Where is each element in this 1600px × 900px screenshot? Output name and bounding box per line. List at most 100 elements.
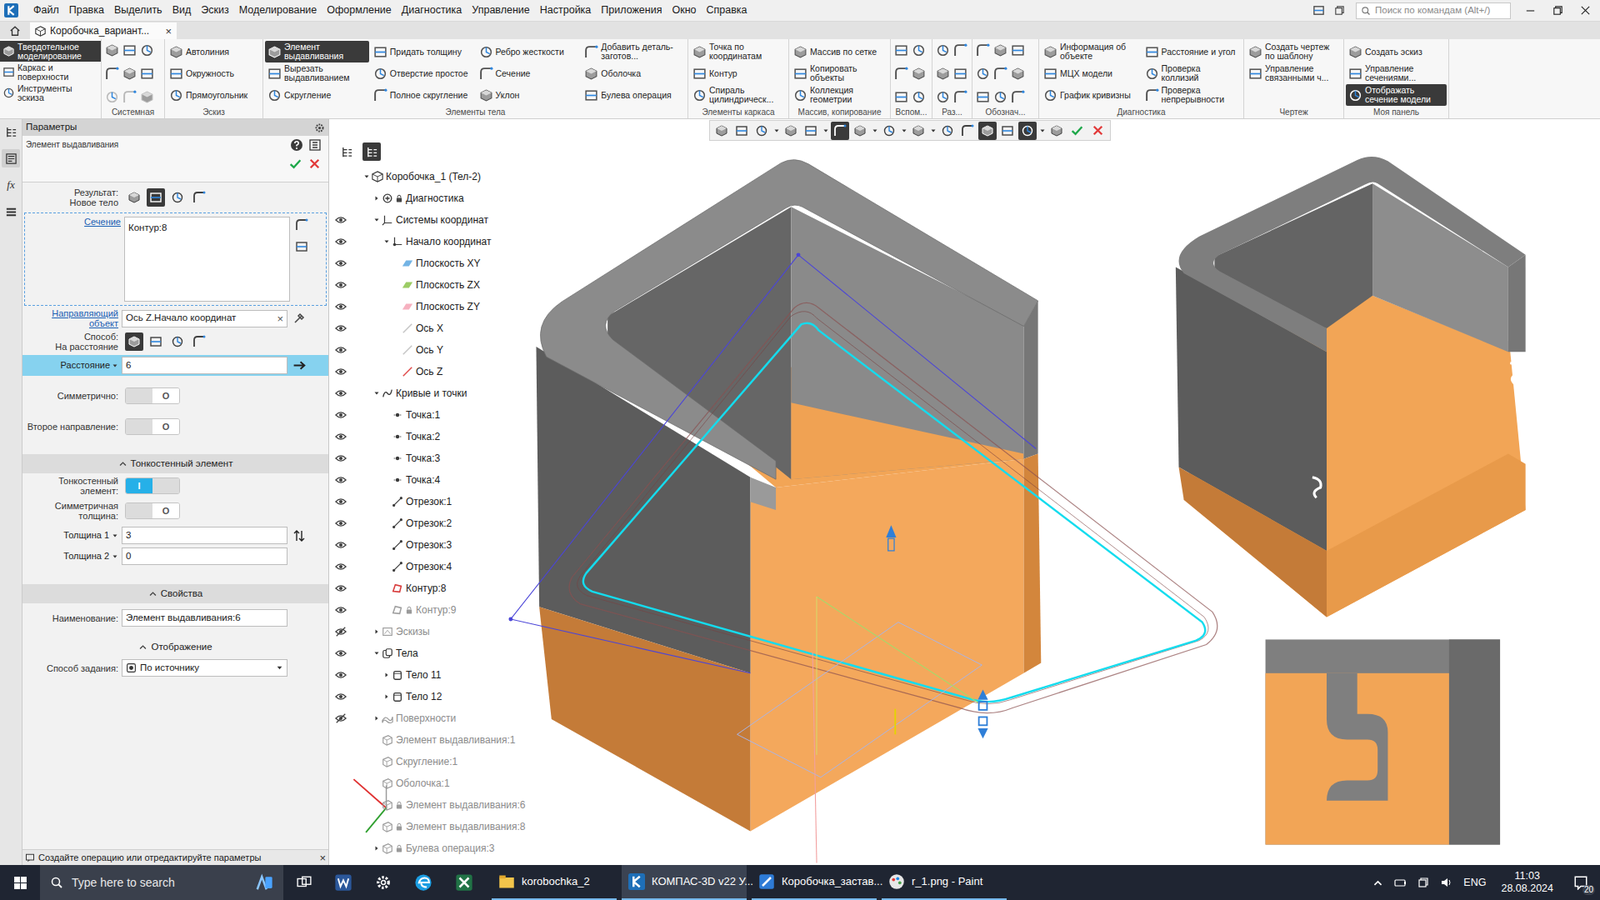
clear-button[interactable]: × (276, 313, 284, 325)
view-toolbar-button[interactable] (958, 121, 977, 140)
menu-item[interactable]: Управление (466, 2, 535, 19)
mode-button[interactable]: Каркас и поверхности (0, 61, 101, 83)
eye-icon[interactable] (335, 365, 347, 378)
clock[interactable]: 11:0328.08.2024 (1500, 870, 1554, 895)
tree-item[interactable]: Плоскость ZX (329, 274, 538, 296)
caret-right-icon[interactable] (383, 671, 390, 679)
taskview-icon[interactable] (296, 875, 312, 890)
tree-item[interactable]: Отрезок:1 (329, 490, 538, 513)
caret-down-icon[interactable] (773, 127, 780, 135)
chevron-up-icon[interactable] (1372, 877, 1384, 889)
eye-icon[interactable] (335, 214, 347, 226)
menu-item[interactable]: Моделирование (234, 2, 323, 19)
tool-a-icon[interactable] (911, 66, 926, 81)
view-toolbar-button[interactable] (752, 121, 771, 140)
ribbon-button[interactable]: Создать чертеж по шаблону (1245, 40, 1342, 63)
tool-d-icon[interactable] (953, 43, 968, 58)
tool-b-icon[interactable] (953, 66, 968, 81)
caret-right-icon[interactable] (373, 845, 380, 852)
view-toolbar-button[interactable] (938, 121, 957, 140)
eye-icon[interactable] (335, 647, 347, 660)
section-list[interactable]: Контур:8 (124, 216, 290, 302)
tool-b-icon[interactable] (975, 90, 990, 105)
tree-item[interactable]: Точка:1 (329, 404, 538, 426)
tool-d-icon[interactable] (295, 218, 309, 232)
tool-b-icon[interactable] (122, 43, 137, 58)
settings-icon[interactable] (375, 874, 392, 891)
ribbon-button[interactable]: Булева операция (581, 84, 686, 106)
tool-d-icon[interactable] (105, 66, 120, 81)
view-toolbar-button[interactable] (880, 121, 899, 140)
menu-item[interactable]: Диагностика (396, 2, 467, 19)
taskbar-app[interactable]: Коробочка_застав... (751, 865, 877, 900)
ribbon-button[interactable]: Придать толщину (370, 40, 475, 63)
ribbon-button[interactable]: Расстояние и угол (1142, 40, 1243, 63)
taskbar-app[interactable]: korobochka_2 (491, 865, 617, 900)
toggle-switch[interactable]: O (125, 418, 180, 435)
ribbon-button[interactable]: Уклон (476, 84, 581, 106)
language-indicator[interactable]: ENG (1463, 875, 1486, 891)
eye-icon[interactable] (335, 582, 347, 595)
volume-icon[interactable] (1440, 875, 1454, 890)
eye-icon[interactable] (335, 257, 347, 270)
ribbon-button[interactable]: Спираль цилиндрическ... (690, 84, 787, 106)
tree-item[interactable]: Эскизы (329, 620, 538, 643)
menu-item[interactable]: Правка (64, 2, 110, 19)
tree-item[interactable]: Начало координат (329, 230, 538, 253)
mode-button[interactable]: Инструменты эскиза (0, 82, 101, 104)
view-toolbar-button[interactable] (850, 121, 870, 140)
menu-item[interactable]: Оформление (321, 2, 397, 19)
section-link[interactable]: Сечение (84, 216, 121, 227)
gear-icon[interactable] (314, 122, 325, 134)
ribbon-button[interactable]: Создать эскиз (1345, 40, 1447, 63)
tree-item[interactable]: Оболочка:1 (329, 772, 538, 795)
tool-b-icon[interactable] (140, 66, 155, 81)
eye-icon[interactable] (335, 235, 347, 248)
tree-item[interactable]: Ось Z (329, 360, 538, 383)
eye-icon[interactable] (335, 300, 347, 313)
view-toolbar-button[interactable] (978, 121, 997, 140)
eye-icon[interactable] (335, 452, 347, 465)
eye-icon[interactable] (335, 387, 347, 400)
view-toolbar-button[interactable] (732, 121, 751, 140)
text-field[interactable]: Элемент выдавливания:6 (121, 609, 288, 627)
restore-icon[interactable] (1333, 4, 1346, 17)
menu-item[interactable]: Файл (28, 2, 65, 19)
ribbon-button[interactable]: Отверстие простое (370, 62, 475, 85)
caret-right-icon[interactable] (373, 628, 380, 635)
word-icon[interactable] (334, 873, 353, 892)
eye-off-icon[interactable] (335, 625, 347, 638)
ribbon-button[interactable]: МЦХ модели (1040, 62, 1141, 85)
ribbon-button[interactable]: Скругление (265, 84, 370, 106)
home-icon[interactable] (9, 25, 21, 37)
tool-a-icon[interactable] (122, 66, 137, 81)
ribbon-button[interactable]: Контур (690, 62, 787, 85)
text-field[interactable]: 0 (121, 547, 288, 565)
tree-item[interactable]: Системы координат (329, 209, 538, 231)
strip-button[interactable] (1, 122, 20, 141)
tool-c-icon[interactable] (105, 90, 120, 105)
menu-item[interactable]: Выделить (109, 2, 168, 19)
taskbar-app[interactable]: КОМПАС-3D v22 У... (621, 865, 747, 900)
menu-item[interactable]: Окно (666, 2, 701, 19)
eye-icon[interactable] (335, 474, 347, 486)
tree-item[interactable]: Элемент выдавливания:6 (329, 794, 538, 816)
tree-item[interactable]: Скругление:1 (329, 750, 538, 773)
tool-d-icon[interactable] (1010, 90, 1025, 105)
text-field[interactable]: 6 (121, 356, 288, 375)
tool-a-icon[interactable] (105, 43, 120, 58)
menu-item[interactable]: Приложения (595, 2, 667, 19)
ribbon-button[interactable]: Сечение (476, 62, 581, 85)
toggle-switch[interactable]: O (125, 387, 180, 405)
tool-d-icon[interactable] (122, 90, 137, 105)
strip-button[interactable] (1, 149, 20, 168)
mode-button[interactable]: Твердотельное моделирование (0, 40, 101, 62)
option-button[interactable] (146, 332, 165, 351)
tool-d-icon[interactable] (953, 90, 968, 105)
ribbon-button[interactable]: Управление связанными ч... (1245, 62, 1342, 85)
cross-icon[interactable] (307, 156, 322, 171)
caret-down-icon[interactable] (373, 390, 380, 397)
distance-row[interactable]: Расстояние6 (22, 355, 329, 376)
tree-item[interactable]: Элемент выдавливания:8 (329, 815, 538, 838)
minimize-icon[interactable] (1524, 4, 1537, 17)
